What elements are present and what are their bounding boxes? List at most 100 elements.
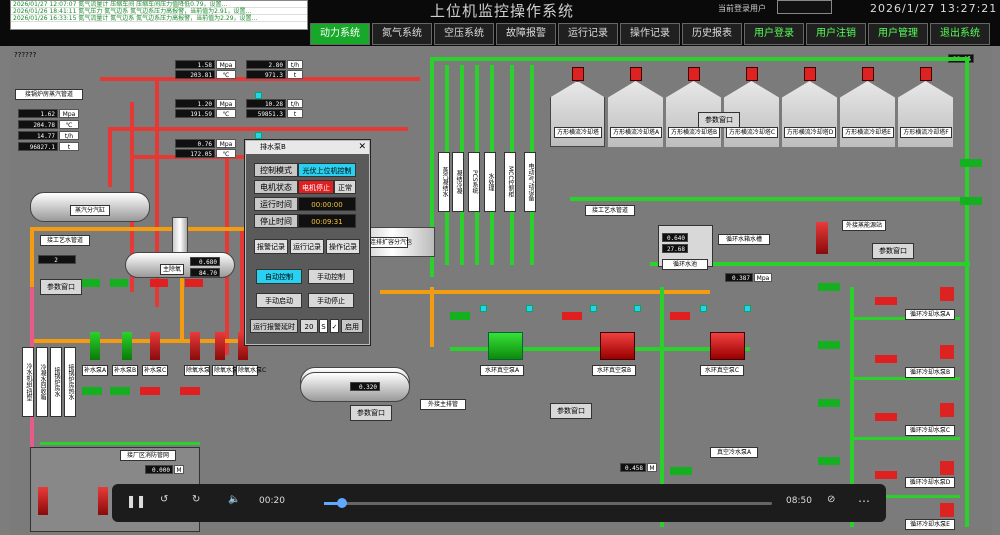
- status-badge: [818, 283, 840, 291]
- nav-fault-alarm[interactable]: 故障报警: [496, 23, 556, 45]
- tower-label: 方形横流冷却塔A: [610, 127, 662, 138]
- supply-label: 外接蒸能源站: [842, 220, 886, 231]
- left-meter-flow-unit: t/h: [59, 131, 79, 140]
- pump-label: 补水泵C: [142, 365, 168, 376]
- alarm-record-button[interactable]: 报警记录: [254, 239, 288, 254]
- forward-30-icon[interactable]: ↻: [192, 494, 200, 505]
- nav-power-system[interactable]: 动力系统: [310, 23, 370, 45]
- meter2-temp-unit: ℃: [216, 109, 236, 118]
- run-record-button[interactable]: 运行记录: [290, 239, 324, 254]
- meter1-total-unit: t: [287, 70, 303, 79]
- status-badge: [180, 387, 200, 395]
- auto-control-button[interactable]: 自动控制: [256, 269, 302, 284]
- meter3-temp: 172.05: [175, 149, 215, 158]
- nav-run-record[interactable]: 运行记录: [558, 23, 618, 45]
- alarm-delay-input[interactable]: 20: [300, 319, 318, 333]
- circ-pump-icon[interactable]: [940, 503, 954, 517]
- motor-state-label: 电机状态: [254, 180, 298, 194]
- nav-operation-record[interactable]: 操作记录: [620, 23, 680, 45]
- param-window-button[interactable]: 参数窗口: [872, 243, 914, 259]
- param-window-button[interactable]: 参数窗口: [40, 279, 82, 295]
- sensor-icon: [255, 92, 262, 99]
- pump-icon[interactable]: [215, 332, 225, 360]
- vlabel-equipment: 凝结冷凝: [452, 152, 464, 212]
- fire-water-value: 0.000: [145, 465, 173, 474]
- vac-pump-b-label: 水环真空泵B: [592, 365, 636, 376]
- pump-icon[interactable]: [190, 332, 200, 360]
- dialog-title: 排水泵B ✕: [246, 141, 369, 154]
- enable-checkbox[interactable]: ✓: [330, 319, 339, 333]
- circ-pump-label: 循环冷却水泵E: [905, 519, 955, 530]
- motor-state-value: 电机停止: [298, 180, 334, 194]
- circ-pump-icon[interactable]: [940, 403, 954, 417]
- sensor-icon: [255, 132, 262, 139]
- cast-off-icon[interactable]: ⊘: [827, 494, 835, 505]
- pump-icon[interactable]: [150, 332, 160, 360]
- pump-icon[interactable]: [98, 487, 108, 515]
- steam-pipe: [240, 227, 244, 347]
- cooling-pipe: [965, 57, 969, 527]
- pump-icon[interactable]: [122, 332, 132, 360]
- tower-label: 方形横流冷却塔B: [668, 127, 720, 138]
- vacuum-pump-c[interactable]: [710, 332, 745, 360]
- pause-icon[interactable]: ❚❚: [126, 494, 146, 508]
- boiler-steam-label: 接锅炉房蒸汽管道: [15, 89, 83, 100]
- pool-label: 循环水池: [662, 259, 708, 270]
- status-badge: [110, 279, 128, 287]
- pump-control-dialog: 排水泵B ✕ 控制模式 光伏上位机控制 电机状态 电机停止 正常 运行时间 00…: [245, 140, 370, 345]
- nav-air-system[interactable]: 空压系统: [434, 23, 494, 45]
- enable-label: 启用: [341, 319, 363, 333]
- steam-pipe: [108, 127, 112, 187]
- control-mode-value: 光伏上位机控制: [298, 163, 356, 177]
- deaerator-column: [172, 217, 188, 253]
- close-icon[interactable]: ✕: [358, 141, 366, 154]
- page-title: 上位机监控操作系统: [430, 2, 575, 20]
- manual-start-button[interactable]: 手动启动: [256, 293, 302, 308]
- alarm-row[interactable]: 2026/01/27 12:07:07 氮气流量计 压缩车间 压缩车间压力值降低…: [11, 1, 307, 8]
- param-window-button[interactable]: 参数窗口: [350, 405, 392, 421]
- status-badge: [185, 279, 203, 287]
- vacuum-pump-a[interactable]: [488, 332, 523, 360]
- sensor-icon: [744, 305, 751, 312]
- fire-water-unit: M: [174, 465, 184, 474]
- nav-user-logout[interactable]: 用户注销: [806, 23, 866, 45]
- nav-exit-system[interactable]: 退出系统: [930, 23, 990, 45]
- manual-control-button[interactable]: 手动控制: [308, 269, 354, 284]
- left-meter-total: 96827.1: [18, 142, 58, 151]
- supply-valve-icon[interactable]: [816, 222, 828, 254]
- status-badge: [82, 279, 100, 287]
- pump-icon[interactable]: [90, 332, 100, 360]
- nav-user-login[interactable]: 用户登录: [744, 23, 804, 45]
- seek-knob[interactable]: [336, 498, 347, 508]
- water-pipe: [430, 287, 434, 347]
- status-badge: [875, 471, 897, 479]
- param-window-button[interactable]: 参数窗口: [698, 112, 740, 128]
- pump-icon[interactable]: [38, 487, 48, 515]
- param-window-button-2[interactable]: 参数窗口: [550, 403, 592, 419]
- nav-user-management[interactable]: 用户管理: [868, 23, 928, 45]
- alarm-row[interactable]: 2026/01/26 16:33:15 氮气流量计 氮气边系 氮气边系压力高报警…: [11, 15, 307, 22]
- vac-pump-a-label: 水环真空泵A: [480, 365, 524, 376]
- seek-bar[interactable]: [324, 502, 772, 505]
- circ-pump-icon[interactable]: [940, 461, 954, 475]
- nav-history-report[interactable]: 历史报表: [682, 23, 742, 45]
- pump-label: 除氧水泵: [184, 365, 211, 376]
- status-badge: [960, 159, 982, 167]
- total-time: 08:50: [786, 496, 812, 506]
- circ-pump-icon[interactable]: [940, 345, 954, 359]
- nav-nitrogen-system[interactable]: 氮气系统: [372, 23, 432, 45]
- more-options-icon[interactable]: ⋯: [858, 494, 870, 508]
- circ-pump-icon[interactable]: [940, 287, 954, 301]
- alarm-list[interactable]: 2026/01/27 12:07:07 氮气流量计 压缩车间 压缩车间压力值降低…: [10, 0, 308, 30]
- mute-icon[interactable]: 🔈: [228, 494, 240, 505]
- meter3-pressure: 0.76: [175, 139, 215, 148]
- manual-stop-button[interactable]: 手动停止: [308, 293, 354, 308]
- alarm-row[interactable]: 2026/01/26 18:41:11 氮气压力 氮气边系 氮气边系压力高报警，…: [11, 8, 307, 15]
- meter3-temp-unit: ℃: [216, 149, 236, 158]
- corner-text: ??????: [14, 51, 37, 59]
- left-meter-pressure-unit: Mpa: [59, 109, 79, 118]
- operation-record-button[interactable]: 操作记录: [326, 239, 360, 254]
- vacuum-pump-b[interactable]: [600, 332, 635, 360]
- rewind-10-icon[interactable]: ↺: [160, 494, 168, 505]
- meter2-total-unit: t: [287, 109, 303, 118]
